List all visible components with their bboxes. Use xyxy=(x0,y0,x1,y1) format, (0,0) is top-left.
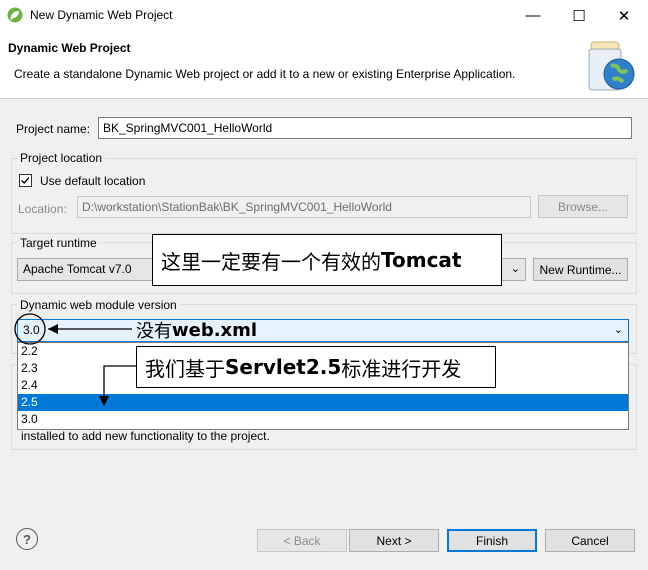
annotation-arrows xyxy=(14,313,136,406)
next-button[interactable]: Next > xyxy=(349,529,439,552)
webxml-annotation: 没有 web.xml xyxy=(136,318,258,343)
arrowhead-icon xyxy=(48,324,58,334)
servlet-annotation: 我们基于 Servlet2.5 标准进行开发 xyxy=(136,346,496,388)
finish-button[interactable]: Finish xyxy=(447,529,537,552)
webxml-annotation-text: 没有 xyxy=(136,321,172,342)
arrowhead-icon xyxy=(99,396,109,406)
servlet-annotation-text: 我们基于 xyxy=(145,356,225,381)
servlet-annotation-suffix: 标准进行开发 xyxy=(341,356,462,381)
arrow-down-icon xyxy=(103,365,136,404)
circle-highlight-icon xyxy=(14,313,46,345)
back-button[interactable]: < Back xyxy=(257,529,347,552)
cancel-button[interactable]: Cancel xyxy=(545,529,635,552)
servlet-annotation-bold: Servlet2.5 xyxy=(225,355,342,379)
webxml-annotation-bold: web.xml xyxy=(172,319,258,341)
help-icon[interactable]: ? xyxy=(16,528,38,550)
